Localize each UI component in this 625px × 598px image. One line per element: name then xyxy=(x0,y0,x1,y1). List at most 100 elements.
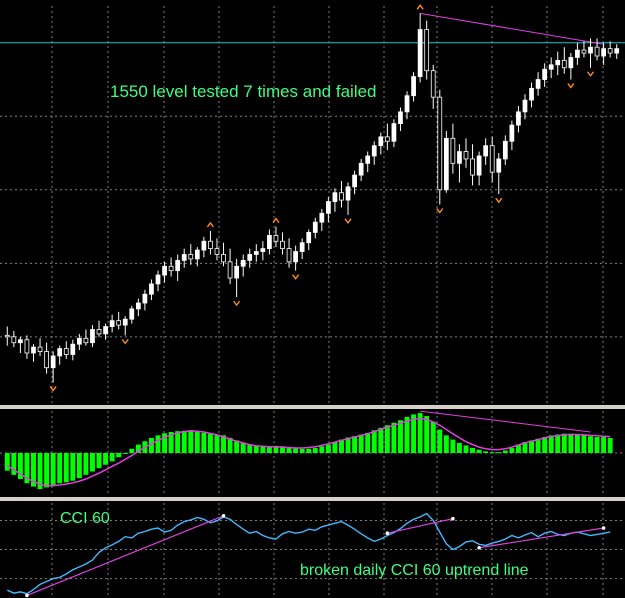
candle-body xyxy=(509,124,515,142)
histogram-bar xyxy=(181,430,187,453)
histogram-bar xyxy=(63,453,69,483)
histogram-bar xyxy=(319,446,325,453)
histogram-bar xyxy=(299,448,305,453)
candle-body xyxy=(37,346,43,352)
histogram-bar xyxy=(76,453,82,479)
histogram-bar xyxy=(496,452,502,454)
candle-body xyxy=(594,46,600,57)
histogram-bar xyxy=(568,433,574,453)
candle-body xyxy=(384,136,390,142)
histogram-bar xyxy=(4,453,10,471)
histogram-bar xyxy=(574,434,580,453)
cci-indicator-label: CCI 60 xyxy=(60,510,110,527)
candle-body xyxy=(561,60,567,69)
histogram-bar xyxy=(509,447,515,453)
candle-body xyxy=(496,158,502,173)
candle-body xyxy=(607,48,613,54)
price-annotation: 1550 level tested 7 times and failed xyxy=(110,82,377,101)
candle-body xyxy=(273,234,279,242)
candle-body xyxy=(4,334,10,338)
candle-body xyxy=(31,346,36,354)
histogram-bar xyxy=(601,437,607,453)
histogram-bar xyxy=(332,442,338,453)
histogram-bar xyxy=(502,450,508,453)
candle-body xyxy=(575,49,580,58)
histogram-bar xyxy=(201,432,207,453)
candle-body xyxy=(450,137,456,164)
candle-body xyxy=(437,96,443,191)
histogram-bar xyxy=(476,449,482,453)
candle-body xyxy=(332,192,338,202)
histogram-bar xyxy=(247,444,253,453)
histogram-bar xyxy=(424,416,430,453)
histogram-bar xyxy=(542,437,548,453)
cci-annotation: broken daily CCI 60 uptrend line xyxy=(300,562,529,579)
candle-body xyxy=(221,254,226,263)
candle-body xyxy=(470,158,475,176)
histogram-bar xyxy=(103,453,109,465)
candle-body xyxy=(227,261,233,279)
candle-body xyxy=(319,212,325,223)
candle-body xyxy=(476,155,482,176)
cci-trendline-point xyxy=(601,526,606,530)
histogram-bar xyxy=(594,437,600,453)
candle-body xyxy=(614,48,620,54)
histogram-bar xyxy=(456,442,462,453)
candle-body xyxy=(542,68,548,80)
candle-body xyxy=(516,111,521,126)
candle-body xyxy=(188,254,194,260)
candle-body xyxy=(135,302,141,310)
candle-body xyxy=(70,343,76,355)
candle-body xyxy=(90,329,95,344)
candle-body xyxy=(253,251,259,255)
candle-body xyxy=(109,320,115,327)
candle-body xyxy=(83,337,89,344)
candle-body xyxy=(489,145,495,173)
histogram-bar xyxy=(588,436,593,453)
candle-body xyxy=(162,265,167,276)
histogram-bar xyxy=(129,448,135,453)
candle-body xyxy=(50,355,56,369)
histogram-bar xyxy=(194,432,200,453)
candle-body xyxy=(76,337,82,345)
histogram-bar xyxy=(463,445,469,453)
histogram-bar xyxy=(122,453,128,454)
histogram-bar xyxy=(207,433,213,453)
candle-body xyxy=(142,293,148,304)
candle-body xyxy=(483,145,489,157)
cci-trendline-point xyxy=(451,516,455,521)
histogram-bar xyxy=(398,420,403,453)
candle-body xyxy=(96,329,102,335)
candle-body xyxy=(168,265,174,272)
candle-body xyxy=(280,240,285,250)
histogram-bar xyxy=(96,453,102,469)
candle-body xyxy=(247,254,253,261)
candle-body xyxy=(122,318,128,326)
candle-body xyxy=(371,145,377,157)
candle-body xyxy=(529,87,534,101)
histogram-bar xyxy=(175,431,181,453)
cci-trendline-point xyxy=(221,513,226,518)
histogram-bar xyxy=(581,435,587,453)
candle-body xyxy=(358,162,364,176)
candle-body xyxy=(568,57,574,69)
candle-body xyxy=(24,339,30,354)
chart-window: 1550 level tested 7 times and failed CCI… xyxy=(0,0,625,598)
candle-body xyxy=(378,136,384,147)
candle-body xyxy=(293,251,298,263)
candle-body xyxy=(201,240,207,251)
histogram-bar xyxy=(365,432,371,453)
candle-body xyxy=(214,248,220,255)
candle-body xyxy=(103,326,108,335)
candle-body xyxy=(18,339,23,344)
histogram-bar xyxy=(312,447,318,453)
candle-body xyxy=(457,151,462,164)
candle-body xyxy=(391,123,397,142)
histogram-bar xyxy=(90,453,95,472)
candle-body xyxy=(194,249,200,260)
histogram-bar xyxy=(384,425,390,453)
candle-body xyxy=(129,308,135,320)
price-panel-background xyxy=(0,0,625,405)
candle-body xyxy=(535,79,541,89)
candle-body xyxy=(417,29,423,77)
